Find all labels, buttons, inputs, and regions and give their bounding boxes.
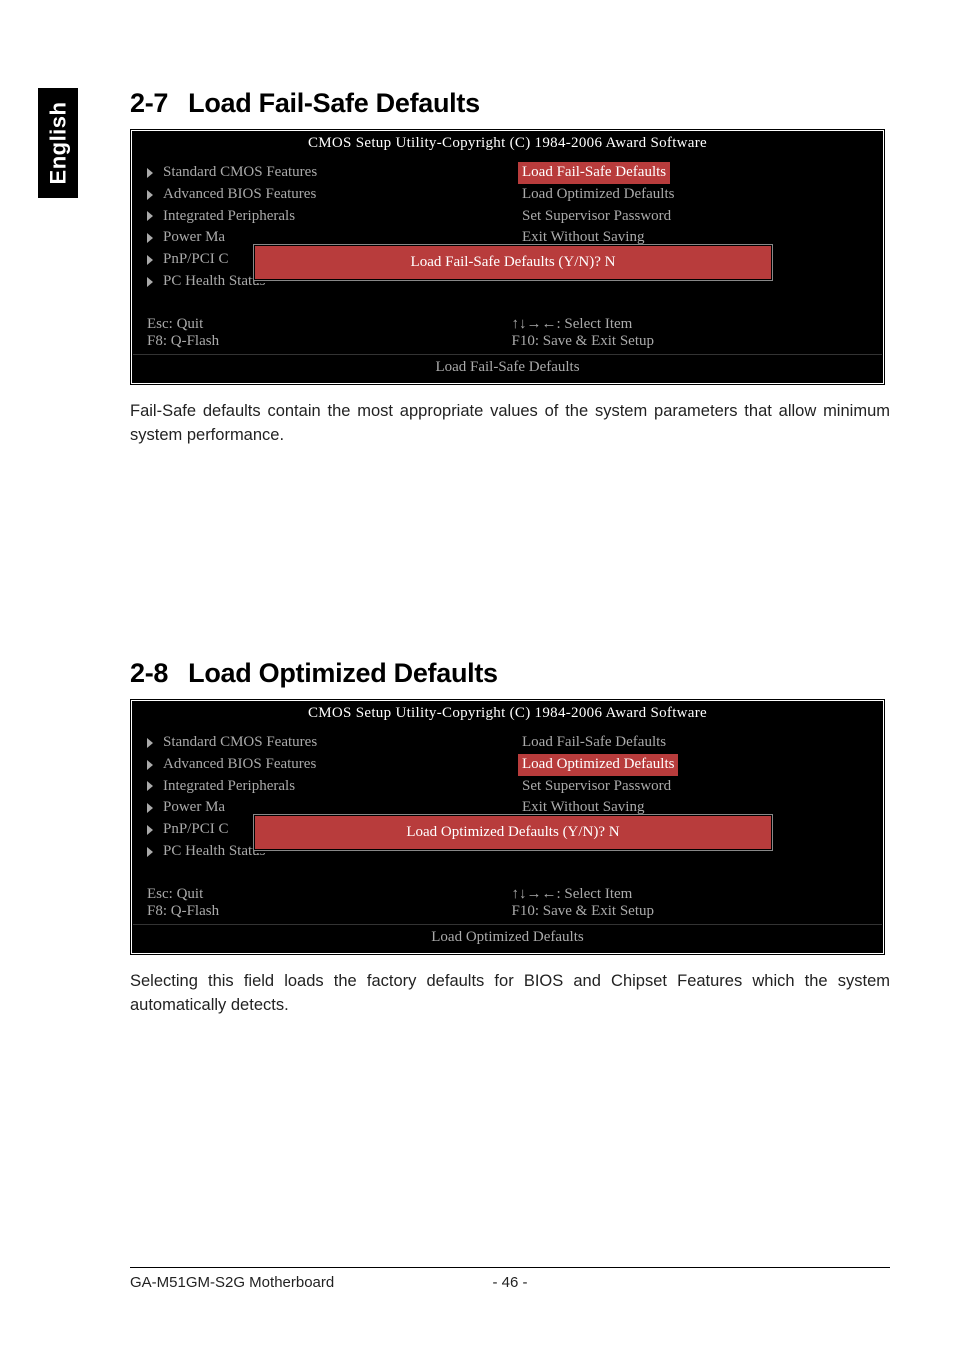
triangle-icon [147,803,153,813]
section-title-2: Load Optimized Defaults [188,658,498,688]
menu-text: Power Ma [163,227,225,249]
menu-text: Set Supervisor Password [522,206,671,228]
menu-text: Load Optimized Defaults [522,754,674,776]
menu-item[interactable]: Load Fail-Safe Defaults [522,732,872,754]
section-heading-1: 2-7 Load Fail-Safe Defaults [130,88,890,119]
hint-f10: F10: Save & Exit Setup [512,333,873,350]
section-number-2: 2-8 [130,658,168,688]
hint-arrows: ↑↓→←: Select Item [512,316,873,333]
section-title-1: Load Fail-Safe Defaults [188,88,480,118]
bios-footer-2: Load Optimized Defaults [133,924,882,952]
footer-right [538,1274,891,1291]
menu-text: Integrated Peripherals [163,776,295,798]
footer-left: GA-M51GM-S2G Motherboard [130,1274,483,1291]
menu-item[interactable]: Set Supervisor Password [522,206,872,228]
hint-esc: Esc: Quit [147,886,508,903]
page-content: 2-7 Load Fail-Safe Defaults CMOS Setup Ut… [130,88,890,1018]
hint-f8: F8: Q-Flash [147,333,508,350]
menu-text: Advanced BIOS Features [163,184,316,206]
bios-right-col-2: Load Fail-Safe Defaults Load Optimized D… [508,726,882,881]
menu-text: Standard CMOS Features [163,162,317,184]
bios-left-col-1: Standard CMOS Features Advanced BIOS Fea… [133,156,508,311]
language-label: English [45,102,71,185]
menu-text: PC Health Status [163,271,266,293]
hint-esc: Esc: Quit [147,316,508,333]
bios-title-2: CMOS Setup Utility-Copyright (C) 1984-20… [133,702,882,725]
hint-f8: F8: Q-Flash [147,903,508,920]
menu-text: Power Ma [163,797,225,819]
menu-item[interactable]: Standard CMOS Features [147,162,497,184]
hint-arrows: ↑↓→←: Select Item [512,886,873,903]
menu-item-selected[interactable]: Load Optimized Defaults [518,754,678,776]
body-text-2: Selecting this field loads the factory d… [130,969,890,1019]
triangle-icon [147,255,153,265]
bios-menu-grid-2: Standard CMOS Features Advanced BIOS Fea… [133,725,882,882]
menu-item[interactable]: Integrated Peripherals [147,776,497,798]
confirm-dialog-1[interactable]: Load Fail-Safe Defaults (Y/N)? N [253,244,773,281]
triangle-icon [147,781,153,791]
triangle-icon [147,760,153,770]
menu-item[interactable]: Integrated Peripherals [147,206,497,228]
menu-text: Integrated Peripherals [163,206,295,228]
menu-text: PC Health Status [163,841,266,863]
confirm-dialog-2[interactable]: Load Optimized Defaults (Y/N)? N [253,814,773,851]
menu-item[interactable]: Advanced BIOS Features [147,754,497,776]
menu-text: Standard CMOS Features [163,732,317,754]
section-number-1: 2-7 [130,88,168,118]
bios-hints-2: Esc: Quit F8: Q-Flash ↑↓→←: Select Item … [133,882,882,924]
menu-text: PnP/PCI C [163,249,228,271]
bios-footer-1: Load Fail-Safe Defaults [133,354,882,382]
triangle-icon [147,168,153,178]
menu-item-selected[interactable]: Load Fail-Safe Defaults [518,162,670,184]
menu-item[interactable]: Set Supervisor Password [522,776,872,798]
hint-f10: F10: Save & Exit Setup [512,903,873,920]
menu-item[interactable]: Advanced BIOS Features [147,184,497,206]
menu-text: PnP/PCI C [163,819,228,841]
triangle-icon [147,277,153,287]
menu-item[interactable]: Standard CMOS Features [147,732,497,754]
bios-left-col-2: Standard CMOS Features Advanced BIOS Fea… [133,726,508,881]
menu-text: Load Fail-Safe Defaults [522,732,666,754]
triangle-icon [147,233,153,243]
menu-item[interactable]: Load Optimized Defaults [522,184,872,206]
triangle-icon [147,825,153,835]
bios-title-1: CMOS Setup Utility-Copyright (C) 1984-20… [133,132,882,155]
triangle-icon [147,190,153,200]
bios-menu-grid-1: Standard CMOS Features Advanced BIOS Fea… [133,155,882,312]
bios-panel-1: CMOS Setup Utility-Copyright (C) 1984-20… [130,129,885,385]
body-text-1: Fail-Safe defaults contain the most appr… [130,399,890,449]
page-footer: GA-M51GM-S2G Motherboard - 46 - [130,1267,890,1291]
menu-text: Load Fail-Safe Defaults [522,162,666,184]
triangle-icon [147,847,153,857]
footer-page-number: - 46 - [483,1274,538,1291]
triangle-icon [147,738,153,748]
menu-text: Load Optimized Defaults [522,184,674,206]
bios-right-col-1: Load Fail-Safe Defaults Load Optimized D… [508,156,882,311]
dialog-text: Load Optimized Defaults (Y/N)? N [255,816,771,849]
language-side-tab: English [38,88,78,198]
menu-text: Set Supervisor Password [522,776,671,798]
bios-panel-2: CMOS Setup Utility-Copyright (C) 1984-20… [130,699,885,955]
triangle-icon [147,211,153,221]
section-heading-2: 2-8 Load Optimized Defaults [130,658,890,689]
menu-text: Advanced BIOS Features [163,754,316,776]
bios-hints-1: Esc: Quit F8: Q-Flash ↑↓→←: Select Item … [133,312,882,354]
dialog-text: Load Fail-Safe Defaults (Y/N)? N [255,246,771,279]
